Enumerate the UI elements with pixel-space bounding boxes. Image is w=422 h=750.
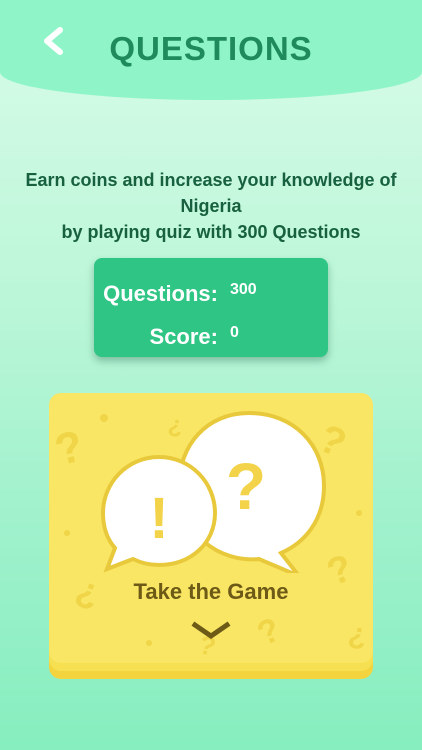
speech-bubbles-icon: ? ! (100, 410, 327, 573)
score-label: Score: (149, 324, 218, 349)
questions-label: Questions: (103, 281, 218, 306)
svg-text:?: ? (251, 610, 286, 653)
chevron-down-icon (191, 621, 231, 640)
intro-text: Earn coins and increase your knowledge o… (10, 167, 412, 245)
svg-text:!: ! (149, 486, 168, 551)
questions-value: 300 (230, 281, 257, 298)
header-bar: QUESTIONS (0, 0, 422, 100)
game-card-face: ? ¿ ? ? ¿ ? ? ¿ ? ¿ ? (49, 393, 373, 663)
intro-line-3: by playing quiz with 300 Questions (61, 222, 361, 242)
svg-text:¿: ¿ (346, 616, 370, 652)
score-value: 0 (230, 324, 239, 341)
take-the-game-label: Take the Game (133, 579, 289, 604)
intro-line-1: Earn coins and increase your knowledge o… (25, 170, 397, 190)
intro-line-2: Nigeria (180, 196, 242, 216)
take-the-game-button[interactable]: ? ¿ ? ? ¿ ? ? ¿ ? ¿ ? (49, 393, 373, 679)
stats-card: Questions: 300 Score: 0 (94, 258, 328, 357)
page-title: QUESTIONS (109, 30, 313, 67)
svg-text:?: ? (226, 449, 266, 523)
